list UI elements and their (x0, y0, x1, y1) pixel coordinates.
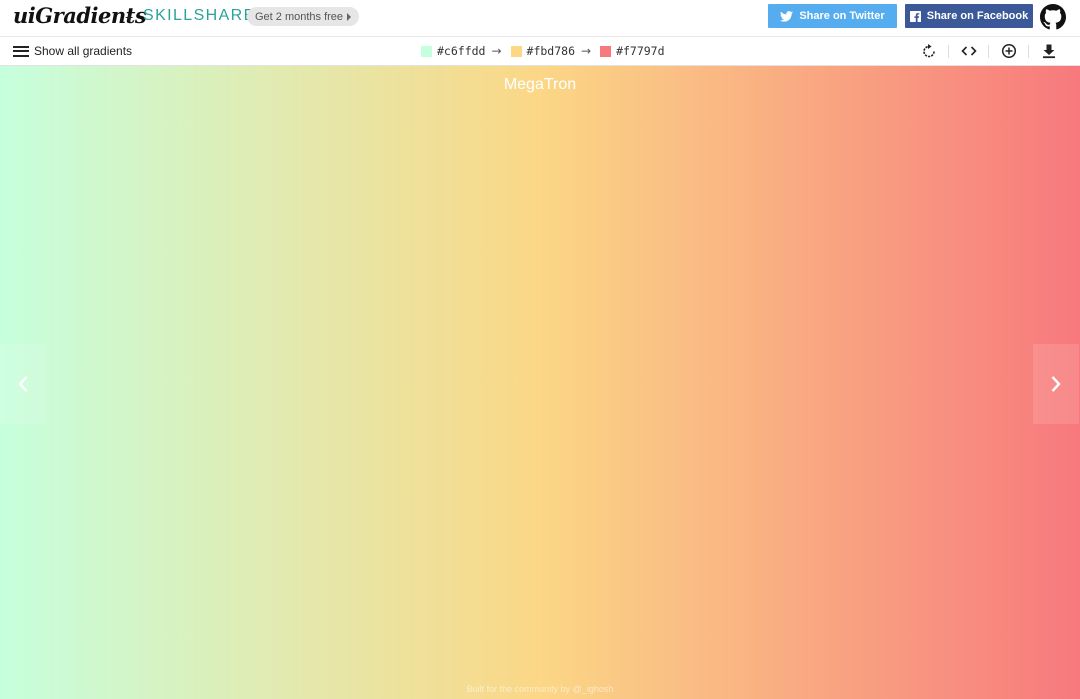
arrow-right-icon: → (491, 44, 502, 58)
top-header: uiGradients + SKILLSHARE Get 2 months fr… (0, 0, 1080, 36)
arrow-right-icon: → (581, 44, 592, 58)
share-facebook-button[interactable]: Share on Facebook (905, 4, 1033, 28)
plus-sign: + (125, 9, 134, 25)
share-facebook-label: Share on Facebook (926, 10, 1029, 22)
show-all-gradients-label: Show all gradients (34, 44, 133, 58)
show-all-gradients-button[interactable]: Show all gradients (13, 44, 132, 58)
color-swatch (421, 45, 432, 57)
chevron-left-icon (18, 376, 28, 392)
twitter-icon (780, 10, 794, 22)
color-hex-1[interactable]: #c6ffdd (437, 44, 485, 58)
plus-circle-icon[interactable] (1001, 43, 1017, 59)
play-triangle-icon (347, 12, 352, 21)
gradient-name: MegaTron (503, 76, 577, 93)
facebook-icon (909, 10, 921, 22)
chevron-right-icon (1051, 376, 1061, 392)
share-twitter-label: Share on Twitter (799, 10, 885, 22)
color-hex-2[interactable]: #fbd786 (527, 44, 575, 58)
skillshare-logo[interactable]: SKILLSHARE (143, 7, 256, 25)
download-icon[interactable] (1041, 43, 1057, 59)
promo-label: Get 2 months free (255, 10, 344, 23)
color-swatch (510, 45, 522, 57)
toolbar-divider (948, 45, 949, 58)
next-gradient-button[interactable] (1033, 344, 1079, 424)
github-icon[interactable] (1040, 4, 1066, 30)
hamburger-icon (13, 45, 29, 57)
code-icon[interactable] (961, 43, 977, 59)
footer-credit[interactable]: Built for the community by @_ighosh (0, 684, 1080, 694)
promo-button[interactable]: Get 2 months free (247, 7, 360, 26)
gradient-canvas: MegaTron Built for the community by @_ig… (0, 66, 1080, 699)
rotate-icon[interactable] (921, 43, 937, 59)
color-swatch (600, 45, 612, 57)
color-hex-3[interactable]: #f7797d (616, 44, 664, 58)
color-stops: #c6ffdd → #fbd786 → #f7797d (421, 44, 665, 58)
share-twitter-button[interactable]: Share on Twitter (768, 4, 897, 28)
toolbar: Show all gradients #c6ffdd → #fbd786 → #… (0, 36, 1080, 66)
toolbar-divider (1028, 45, 1029, 58)
previous-gradient-button[interactable] (0, 344, 46, 424)
toolbar-divider (988, 45, 989, 58)
